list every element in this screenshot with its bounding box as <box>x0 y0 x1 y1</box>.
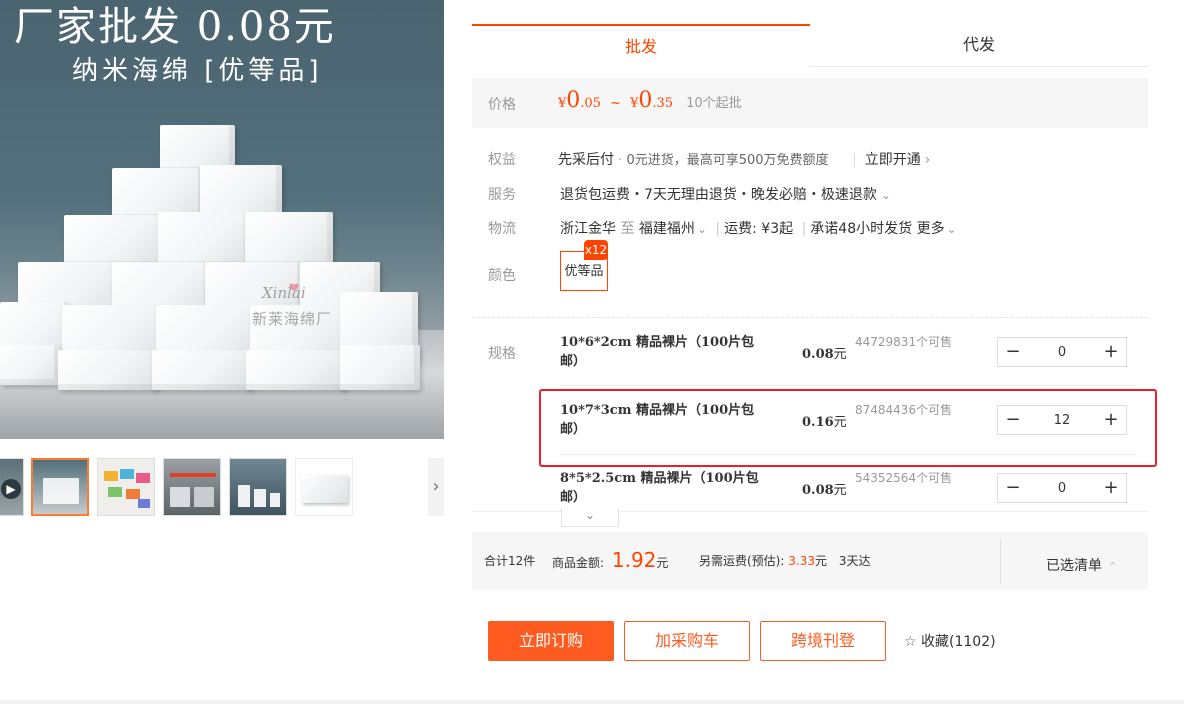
summary-amount: 商品金额: 1.92元 <box>552 548 669 572</box>
spec-stock: 44729831个可售 <box>855 335 953 349</box>
benefits-title: 先采后付 <box>558 152 614 168</box>
service-label: 服务 <box>488 187 516 203</box>
image-subline: 纳米海绵 [优等品] <box>72 56 323 86</box>
star-icon: ☆ <box>904 634 917 650</box>
order-now-button[interactable]: 立即订购 <box>488 621 614 661</box>
favorite-button[interactable]: ☆ 收藏(1102) <box>904 631 996 651</box>
selected-row-highlight <box>539 389 1157 467</box>
price-label: 价格 <box>488 97 516 113</box>
quantity-stepper: − 0 + <box>997 473 1127 503</box>
add-to-cart-button[interactable]: 加采购车 <box>624 621 750 661</box>
spec-label: 规格 <box>488 346 516 362</box>
color-label: 颜色 <box>488 268 516 284</box>
thumbnail-item[interactable] <box>229 458 287 516</box>
minus-icon[interactable]: − <box>998 338 1028 366</box>
quantity-value[interactable]: 0 <box>1028 345 1096 360</box>
quantity-value[interactable]: 0 <box>1028 481 1096 496</box>
summary-divider <box>1000 540 1001 584</box>
row-divider <box>560 385 1136 386</box>
summary-count: 合计12件 <box>484 554 536 568</box>
thumbnail-item[interactable] <box>295 458 353 516</box>
expand-specs-chevron-icon[interactable]: ⌄ <box>561 508 619 527</box>
image-headline: 厂家批发 0.08元 <box>14 4 336 50</box>
shipping-fee: 运费: ¥3起 <box>724 221 794 237</box>
watermark-script-text: Xinlai <box>262 284 306 302</box>
logistics-row: 浙江金华 至 福建福州 ⌄ | 运费: ¥3起 | 承诺48小时发货 更多 ⌄ <box>560 221 957 237</box>
thumbnail-item[interactable] <box>163 458 221 516</box>
tab-dropship[interactable]: 代发 <box>810 24 1148 67</box>
spec-stock: 54352564个可售 <box>855 471 953 485</box>
service-row[interactable]: 退货包运费・7天无理由退货・晚发必赔・极速退款 ⌄ <box>560 184 891 204</box>
cross-border-list-button[interactable]: 跨境刊登 <box>760 621 886 661</box>
benefits-label: 权益 <box>488 152 516 168</box>
service-text: 退货包运费・7天无理由退货・晚发必赔・极速退款 <box>560 187 877 203</box>
chevron-down-icon: ⌄ <box>696 222 707 236</box>
ship-from: 浙江金华 <box>560 221 616 237</box>
ship-to-word: 至 <box>620 221 635 237</box>
activate-link[interactable]: | 立即开通 › <box>852 149 930 169</box>
spec-price: 0.08元 <box>802 347 847 362</box>
chevron-up-icon: ⌃ <box>1108 560 1118 573</box>
selected-list-toggle[interactable]: 已选清单 ⌃ <box>1046 555 1117 575</box>
plus-icon[interactable]: + <box>1096 338 1126 366</box>
chevron-right-icon: › <box>924 152 931 168</box>
minus-icon[interactable]: − <box>998 474 1028 502</box>
benefits-row: 先采后付 · 0元进货，最高可享500万免费额度 <box>558 152 829 168</box>
tab-wholesale[interactable]: 批发 <box>472 24 810 66</box>
spec-price: 0.08元 <box>802 483 847 498</box>
logistics-label: 物流 <box>488 221 516 237</box>
plus-icon[interactable]: + <box>1096 474 1126 502</box>
thumbnail-next-arrow-icon[interactable]: › <box>428 458 444 516</box>
image-watermark: 新莱海绵厂 <box>252 310 333 328</box>
min-order-text: 10个起批 <box>686 96 742 111</box>
section-divider <box>472 317 1148 318</box>
spec-name: 8*5*2.5cm 精品裸片（100片包邮） <box>560 471 759 505</box>
price-box: 价格 ¥0.05 ~ ¥0.35 10个起批 <box>472 78 1148 128</box>
quantity-stepper: − 0 + <box>997 337 1127 367</box>
logistics-more[interactable]: 更多 ⌄ <box>917 221 957 237</box>
spec-name: 10*6*2cm 精品裸片（100片包邮） <box>560 335 755 369</box>
thumbnail-item[interactable] <box>97 458 155 516</box>
thumbnail-item[interactable]: ▶ <box>0 458 24 516</box>
price-range: ¥0.05 ~ ¥0.35 10个起批 <box>558 88 742 113</box>
benefits-text: 0元进货，最高可享500万免费额度 <box>626 153 829 168</box>
color-count-badge: x12 <box>584 240 608 260</box>
play-icon: ▶ <box>1 479 21 499</box>
summary-shipping: 另需运费(预估): 3.33元 3天达 <box>699 554 871 568</box>
ship-to-selector[interactable]: 福建福州 ⌄ <box>639 221 707 237</box>
ship-promise: 承诺48小时发货 <box>810 221 913 237</box>
thumbnail-item-active[interactable] <box>31 458 89 516</box>
chevron-down-icon: ⌄ <box>946 222 957 236</box>
page-bottom-border <box>0 700 1184 704</box>
chevron-down-icon: ⌄ <box>880 188 891 202</box>
product-main-image[interactable]: 厂家批发 0.08元 纳米海绵 [优等品] Xinlai 新莱海绵厂 <box>0 0 444 439</box>
